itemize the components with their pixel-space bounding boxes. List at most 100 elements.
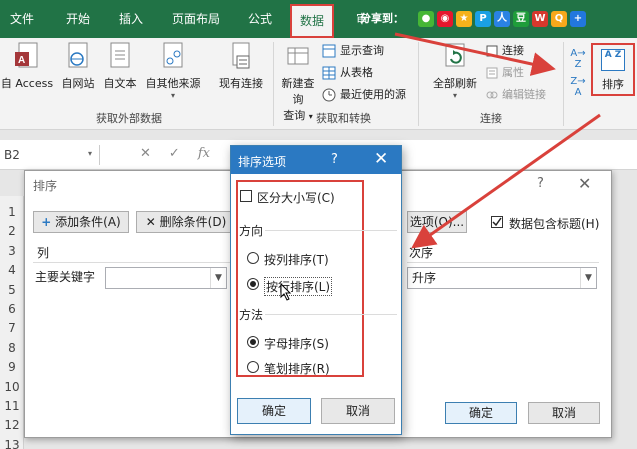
chevron-down-icon[interactable]: ▾ [88, 149, 92, 158]
from-access-button[interactable]: A 自 Access [0, 42, 54, 91]
chevron-down-icon: ▾ [308, 112, 313, 121]
renren-icon[interactable]: W [532, 11, 548, 27]
refresh-all-button[interactable]: 全部刷新 ▾ [428, 42, 482, 100]
column-header: 列 [33, 243, 233, 263]
edit-links-button[interactable]: 编辑链接 [486, 86, 546, 104]
add-condition-button[interactable]: + 添加条件(A) [33, 211, 129, 233]
zhihu-icon[interactable]: 人 [494, 11, 510, 27]
properties-label: 属性 [502, 66, 524, 79]
row-header[interactable]: 12 [0, 416, 24, 434]
options-ok-button[interactable]: 确定 [237, 398, 311, 424]
sort-button[interactable]: A Z 排序 [591, 43, 635, 96]
wechat-icon[interactable]: ● [418, 11, 434, 27]
options-cancel-button[interactable]: 取消 [321, 398, 395, 424]
chevron-down-icon: ▾ [452, 91, 457, 100]
tab-page-layout[interactable]: 页面布局 [172, 0, 220, 38]
sort-descending-button[interactable]: Z→A [568, 76, 588, 98]
svg-text:A: A [18, 55, 25, 66]
ribbon-tab-bar: 文件 开始 插入 页面布局 公式 数据 审 分享到： ● ◉ ★ P 人 豆 W… [0, 0, 637, 38]
more-icon[interactable]: + [570, 11, 586, 27]
from-other-sources-button[interactable]: 自其他来源 ▾ [142, 42, 204, 100]
qq-icon[interactable]: P [475, 11, 491, 27]
ribbon: A 自 Access 自网站 自文本 自其他来源 ▾ 现有连接 获取外部数据 新… [0, 38, 637, 130]
formula-controls: ✕ ✓ fx [140, 146, 210, 161]
row-header[interactable]: 10 [0, 378, 24, 396]
alphabetic-sort-radio[interactable] [247, 336, 259, 348]
delete-condition-button[interactable]: ✕ 删除条件(D) [136, 211, 236, 233]
from-other-sources-label: 自其他来源 [145, 77, 201, 90]
web-page-icon [68, 42, 88, 68]
sort-ok-button[interactable]: 确定 [445, 402, 517, 424]
connections-button[interactable]: 连接 [486, 42, 524, 60]
case-sensitive-label: 区分大小写(C) [257, 191, 335, 205]
recent-sources-button[interactable]: 最近使用的源 [322, 86, 406, 104]
douban-icon[interactable]: 豆 [513, 11, 529, 27]
ribbon-separator [563, 42, 564, 126]
new-query-button[interactable]: 新建查询 查询 ▾ [277, 42, 319, 123]
row-header[interactable]: 13 [0, 436, 24, 449]
existing-connections-button[interactable]: 现有连接 [214, 42, 268, 91]
primary-key-select[interactable]: ▼ [105, 267, 227, 289]
enter-icon[interactable]: ✓ [169, 146, 180, 161]
existing-connections-icon [232, 42, 250, 69]
name-box[interactable]: B2 [0, 145, 100, 165]
row-header[interactable]: 4 [0, 261, 24, 279]
from-text-button[interactable]: 自文本 [100, 42, 140, 91]
row-header[interactable]: 9 [0, 358, 24, 376]
row-header[interactable]: 3 [0, 242, 24, 260]
show-queries-label: 显示查询 [340, 44, 384, 57]
existing-connections-label: 现有连接 [219, 77, 263, 90]
share-icons: ● ◉ ★ P 人 豆 W Q + [418, 11, 586, 27]
tab-home[interactable]: 开始 [66, 0, 90, 38]
ribbon-separator [418, 42, 419, 126]
tab-data[interactable]: 数据 [290, 4, 335, 38]
sort-ascending-button[interactable]: A→Z [568, 48, 588, 70]
sort-cancel-button[interactable]: 取消 [528, 402, 600, 424]
row-header[interactable]: 1 [0, 203, 24, 221]
row-header[interactable]: 5 [0, 281, 24, 299]
weibo-icon[interactable]: ◉ [437, 11, 453, 27]
has-headers-label: 数据包含标题(H) [509, 217, 600, 231]
has-headers-checkbox[interactable] [491, 216, 503, 228]
close-icon[interactable]: ✕ [578, 174, 591, 193]
qzone-icon[interactable]: ★ [456, 11, 472, 27]
connections-label: 连接 [502, 44, 524, 57]
from-access-label: 自 Access [0, 77, 54, 90]
method-label: 方法 [239, 308, 264, 322]
sort-dialog-title: 排序 [33, 179, 58, 193]
row-header[interactable]: 2 [0, 222, 24, 240]
help-icon[interactable]: ? [537, 176, 544, 191]
case-sensitive-checkbox[interactable] [240, 190, 252, 202]
close-icon[interactable]: ✕ [374, 149, 388, 169]
refresh-icon [445, 43, 465, 67]
row-header[interactable]: 8 [0, 339, 24, 357]
row-header[interactable]: 7 [0, 319, 24, 337]
table-icon [322, 66, 336, 80]
text-file-icon [110, 42, 130, 68]
qq-penguin-icon[interactable]: Q [551, 11, 567, 27]
from-table-button[interactable]: 从表格 [322, 64, 373, 82]
direction-label: 方向 [239, 224, 264, 238]
function-icon[interactable]: fx [198, 146, 210, 161]
options-button[interactable]: 选项(O)... [407, 211, 467, 233]
tab-insert[interactable]: 插入 [119, 0, 143, 38]
show-queries-button[interactable]: 显示查询 [322, 42, 384, 60]
cancel-icon[interactable]: ✕ [140, 146, 151, 161]
properties-button[interactable]: 属性 [486, 64, 524, 82]
tab-formulas[interactable]: 公式 [248, 0, 272, 38]
from-web-button[interactable]: 自网站 [58, 42, 98, 91]
sort-by-column-label: 按列排序(T) [264, 253, 329, 267]
row-header[interactable]: 6 [0, 300, 24, 318]
tab-file[interactable]: 文件 [10, 0, 34, 38]
row-header[interactable]: 11 [0, 397, 24, 415]
add-condition-icon: + [41, 215, 52, 229]
stroke-sort-radio[interactable] [247, 361, 259, 373]
order-select[interactable]: 升序 ▼ [407, 267, 597, 289]
recent-sources-label: 最近使用的源 [340, 88, 406, 101]
edit-links-icon [486, 91, 498, 99]
link-icon [486, 45, 498, 57]
help-icon[interactable]: ? [331, 152, 338, 167]
sort-by-column-radio[interactable] [247, 252, 259, 264]
sort-by-row-radio[interactable] [247, 278, 259, 290]
sort-icon: A Z [601, 49, 625, 71]
